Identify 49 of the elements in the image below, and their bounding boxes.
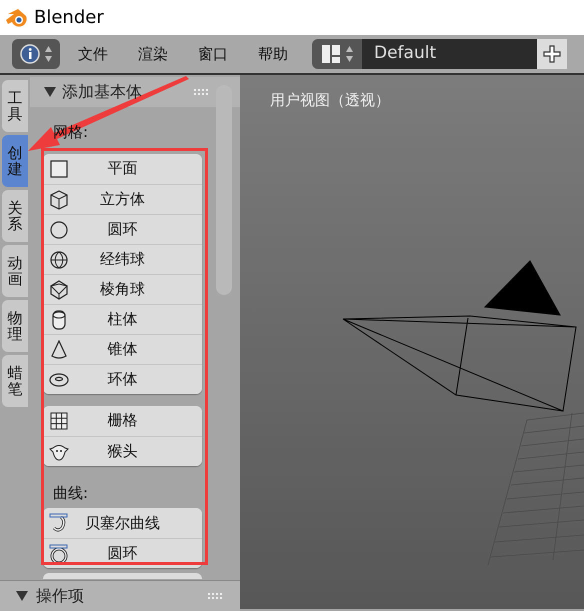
add-object-button[interactable]: 平面 xyxy=(43,154,202,184)
menu-item[interactable]: 渲染 xyxy=(138,42,168,66)
add-object-button[interactable]: 柱体 xyxy=(43,304,202,334)
drag-handle-icon[interactable] xyxy=(208,592,222,600)
window-title: Blender xyxy=(34,6,104,30)
bezier-curve-icon xyxy=(49,513,69,533)
collapse-triangle-icon[interactable] xyxy=(44,86,56,98)
square-icon xyxy=(49,158,69,178)
add-object-button[interactable]: 经纬球 xyxy=(43,244,202,274)
layout-icon xyxy=(320,44,340,64)
add-button[interactable] xyxy=(537,39,567,69)
screen-layout-button[interactable] xyxy=(312,39,362,69)
menu-item[interactable]: 帮助 xyxy=(258,42,288,66)
drag-handle-icon[interactable] xyxy=(194,88,208,96)
cone-icon xyxy=(49,340,69,360)
editor-type-button[interactable] xyxy=(12,39,60,69)
uv-sphere-icon xyxy=(49,250,69,270)
layout-name-field[interactable]: Default xyxy=(362,39,537,69)
collapse-triangle-icon[interactable] xyxy=(16,590,28,602)
add-object-button[interactable]: 猴头 xyxy=(43,436,202,466)
menu-item[interactable]: 文件 xyxy=(78,42,108,66)
add-object-button[interactable]: 立方体 xyxy=(43,184,202,214)
add-object-button[interactable]: 圆环 xyxy=(43,214,202,244)
add-object-button[interactable]: 锥体 xyxy=(43,334,202,364)
section-label: 曲线: xyxy=(52,482,90,504)
circle-curve-icon xyxy=(49,544,69,564)
add-object-button[interactable]: 贝塞尔曲线 xyxy=(43,508,202,538)
up-down-arrows-icon xyxy=(344,45,354,63)
icosphere-icon xyxy=(49,280,69,300)
add-object-button[interactable]: 环体 xyxy=(43,364,202,394)
3d-viewport[interactable]: 用户视图（透视） xyxy=(240,75,584,609)
menu-item[interactable]: 窗口 xyxy=(198,42,228,66)
panel-title: 添加基本体 xyxy=(62,81,142,103)
side-tab[interactable]: 动画 xyxy=(2,245,28,297)
circle-icon xyxy=(49,220,69,240)
grid-icon xyxy=(49,410,69,430)
info-icon xyxy=(20,44,40,64)
panel-title: 操作项 xyxy=(36,585,84,607)
cube-icon xyxy=(49,190,69,210)
add-object-button[interactable]: 栅格 xyxy=(43,406,202,436)
side-tab[interactable]: 创建 xyxy=(2,135,28,187)
plus-icon xyxy=(543,45,561,63)
side-tab[interactable]: 蜡笔 xyxy=(2,355,28,407)
side-tab[interactable]: 工具 xyxy=(2,80,28,132)
add-object-button[interactable]: 棱角球 xyxy=(43,274,202,304)
viewport-label: 用户视图（透视） xyxy=(270,90,390,111)
side-tab[interactable]: 关系 xyxy=(2,190,28,242)
up-down-arrows-icon xyxy=(44,45,52,63)
side-tab[interactable]: 物理 xyxy=(2,300,28,352)
